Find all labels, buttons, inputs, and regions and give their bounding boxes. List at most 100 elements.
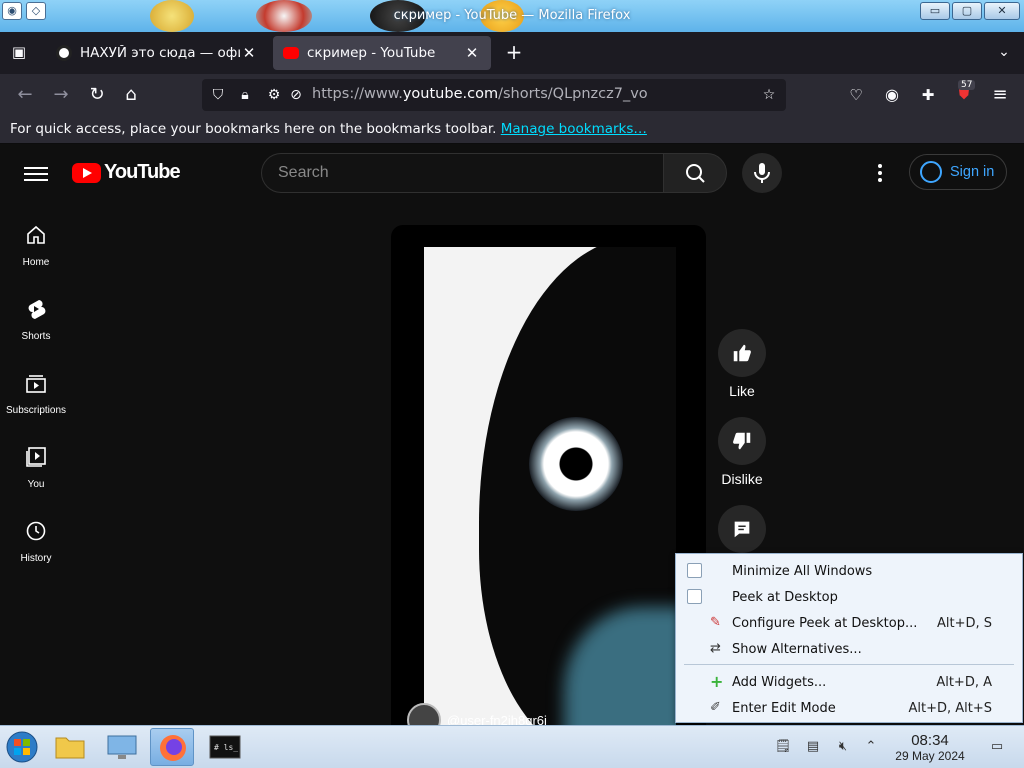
extension-badge: 57 [958,80,976,90]
youtube-favicon-icon [283,47,299,59]
menu-item-add-widgets[interactable]: + Add Widgets... Alt+D, A [676,669,1022,695]
checkbox[interactable] [687,589,702,604]
menu-item-label: Enter Edit Mode [732,701,836,716]
tracking-shield-icon[interactable]: ⛉ [208,85,228,105]
video-frame [424,247,676,725]
voice-search-button[interactable] [742,153,782,193]
like-label: Like [729,383,755,399]
close-window-button[interactable]: ✕ [984,2,1020,20]
tab-strip: ▣ НАХУЙ это сюда — офи ✕ скример - YouTu… [0,32,1024,74]
url-text[interactable]: https://www.youtube.com/shorts/QLpnzcz7_… [312,86,648,102]
back-button[interactable]: ← [12,83,38,107]
menu-item-shortcut: Alt+D, S [936,616,992,631]
guide-item-history[interactable]: History [0,511,72,581]
clock-date: 29 May 2024 [895,749,965,763]
taskbar: # ls_ 🗒︎ ▤ 🔇︎ ⌃ 08:34 29 May 2024 ▭ [0,725,1024,768]
menu-item-edit-mode[interactable]: ✐ Enter Edit Mode Alt+D, Alt+S [676,695,1022,721]
subscriptions-icon [26,375,46,393]
system-settings-button[interactable] [100,728,144,766]
menu-item-show-alternatives[interactable]: ⇄ Show Alternatives... [676,636,1022,662]
minimize-button[interactable]: ▭ [920,2,950,20]
menu-icon[interactable]: ≡ [987,83,1013,107]
start-menu-button[interactable] [0,728,44,766]
home-button[interactable]: ⌂ [118,83,144,107]
list-all-tabs-icon[interactable]: ⌄ [994,44,1014,62]
tab-label: скример - YouTube [307,45,436,61]
manage-bookmarks-link[interactable]: Manage bookmarks… [501,121,647,137]
tab-active[interactable]: скример - YouTube ✕ [273,36,491,70]
desktop-context-menu: Minimize All Windows Peek at Desktop ✎ C… [675,553,1023,723]
bookmarks-hint: For quick access, place your bookmarks h… [10,121,497,137]
guide-item-subscriptions[interactable]: Subscriptions [0,363,72,433]
like-action[interactable]: Like [717,329,767,399]
comments-button[interactable] [718,505,766,553]
guide-item-shorts[interactable]: Shorts [0,289,72,359]
add-plus-icon: + [710,672,724,691]
tab-favicon-icon [56,45,72,61]
search-button[interactable] [663,153,727,193]
autoplay-blocked-icon[interactable]: ⊘ [286,85,306,105]
guide-label: History [20,553,52,564]
digital-clock[interactable]: 08:34 29 May 2024 [888,732,972,763]
account-icon[interactable]: ◉ [879,83,905,107]
firefox-view-icon[interactable]: ▣ [8,43,30,63]
terminal-button[interactable]: # ls_ [202,728,246,766]
like-button[interactable] [718,329,766,377]
clock-time: 08:34 [911,732,949,749]
lock-icon[interactable]: 🔒︎ [235,85,255,105]
clipboard-tray-icon[interactable]: 🗒︎ [774,738,792,756]
notes-tray-icon[interactable]: ▤ [804,738,822,756]
tab-inactive[interactable]: НАХУЙ это сюда — офи ✕ [46,36,268,70]
window-controls: ▭ ▢ ✕ [920,2,1020,20]
guide-label: Home [22,257,50,268]
channel-avatar[interactable] [407,703,441,725]
desktop-screen: ◉ ◇ скример - YouTube — Mozilla Firefox … [0,0,1024,768]
firefox-icon [160,735,186,761]
maximize-button[interactable]: ▢ [952,2,982,20]
comments-action[interactable] [717,505,767,553]
window-title: скример - YouTube — Mozilla Firefox [393,8,631,23]
channel-name[interactable]: @user-fn2ih8qr6i [447,713,547,726]
search-input[interactable] [262,154,663,192]
pocket-icon[interactable]: ♡ [843,83,869,107]
checkbox[interactable] [687,563,702,578]
account-circle-icon [920,161,942,183]
guide-menu-icon[interactable] [24,163,48,183]
sign-in-button[interactable]: Sign in [909,154,1007,190]
reload-button[interactable]: ↻ [84,83,110,107]
menu-item-configure-peek[interactable]: ✎ Configure Peek at Desktop... Alt+D, S [676,610,1022,636]
forward-button[interactable]: → [48,83,74,107]
thumbs-down-icon [733,432,751,450]
close-tab-icon[interactable]: ✕ [240,44,258,62]
firefox-task-button[interactable] [150,728,194,766]
navigation-toolbar: ← → ↻ ⌂ ⛉ 🔒︎ ⚙ ⊘ https://www.youtube.com… [0,74,1024,116]
guide-item-you[interactable]: You [0,437,72,507]
menu-item-label: Configure Peek at Desktop... [732,616,918,631]
volume-muted-icon[interactable]: 🔇︎ [834,738,852,756]
menu-item-minimize-all[interactable]: Minimize All Windows [676,558,1022,584]
edit-pen-icon: ✐ [710,700,721,715]
menu-item-shortcut: Alt+D, Alt+S [908,701,992,716]
dislike-action[interactable]: Dislike [717,417,767,487]
tray-expand-icon[interactable]: ⌃ [862,738,880,756]
guide-item-home[interactable]: Home [0,215,72,285]
new-tab-button[interactable]: + [503,42,525,63]
file-manager-button[interactable] [48,728,92,766]
permissions-icon[interactable]: ⚙ [264,85,284,105]
settings-more-icon[interactable] [868,161,892,185]
channel-info[interactable]: @user-fn2ih8qr6i [407,703,547,725]
url-prefix: https://www. [312,86,403,102]
your-channel-icon [26,447,46,467]
dislike-button[interactable] [718,417,766,465]
close-tab-icon[interactable]: ✕ [463,44,481,62]
menu-item-peek-desktop[interactable]: Peek at Desktop [676,584,1022,610]
search-icon [686,164,705,183]
url-domain: youtube.com [402,86,499,102]
url-bar[interactable]: ⛉ 🔒︎ ⚙ ⊘ https://www.youtube.com/shorts/… [202,79,786,111]
shorts-video-player[interactable]: @user-fn2ih8qr6i [391,225,706,725]
youtube-logo[interactable]: YouTube [72,161,181,184]
extensions-icon[interactable]: ✚ [915,83,941,107]
folder-icon [55,737,85,759]
show-desktop-icon[interactable]: ▭ [988,738,1006,756]
bookmark-star-icon[interactable]: ☆ [759,85,779,105]
